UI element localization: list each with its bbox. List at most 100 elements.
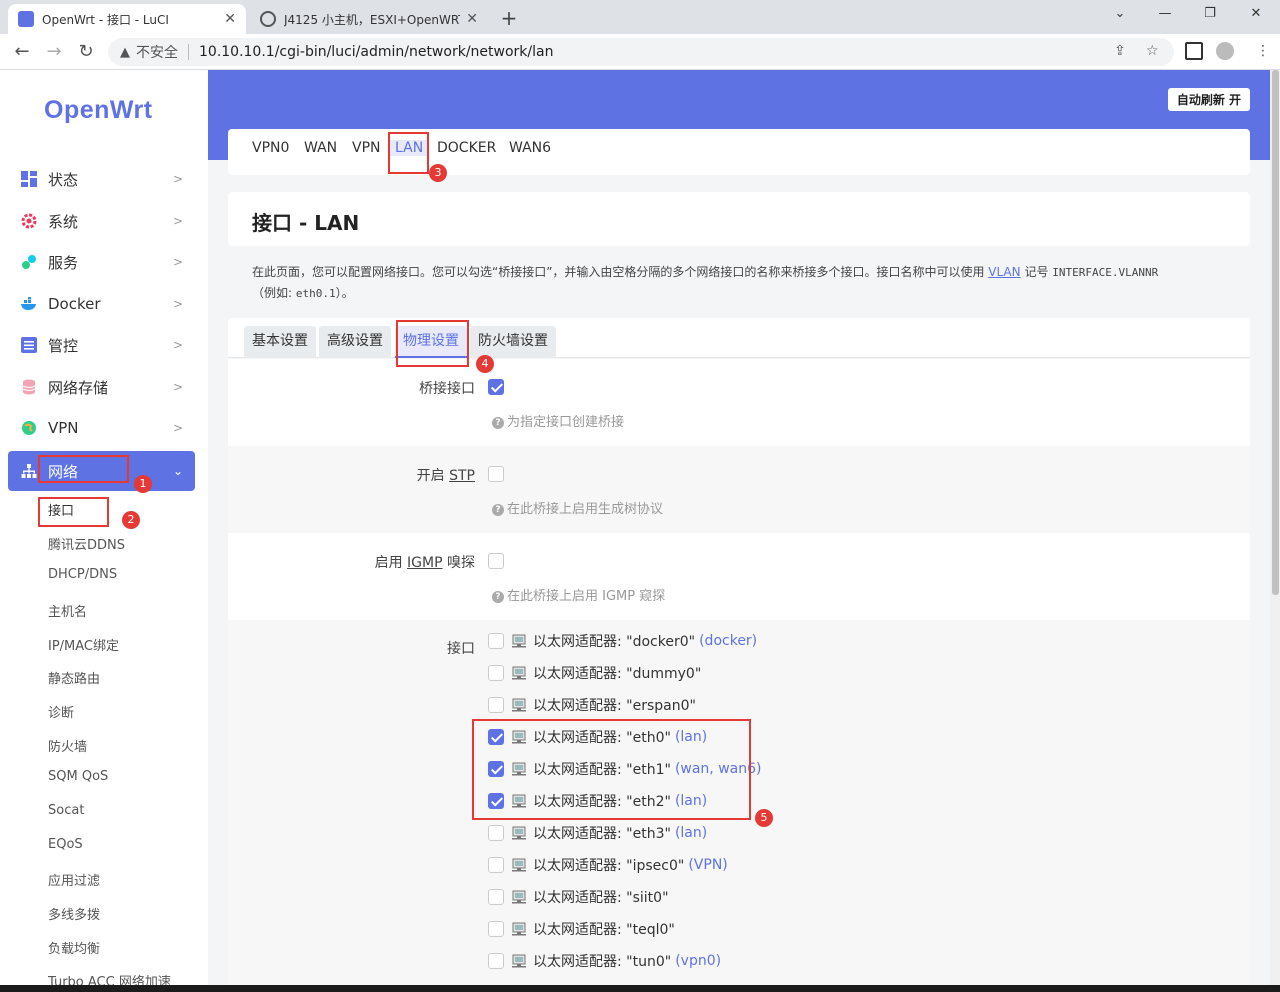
tab-firewall-settings[interactable]: 防火墙设置 — [470, 326, 556, 358]
browser-tab-j4125[interactable]: J4125 小主机，ESXI+OpenWRT ✕ — [250, 4, 488, 34]
dashboard-icon — [20, 170, 38, 188]
interface-name: 以太网适配器: "docker0" — [533, 634, 696, 650]
label-text: 开启 — [416, 468, 450, 484]
new-tab-button[interactable]: + — [498, 6, 520, 30]
tab-advanced-settings[interactable]: 高级设置 — [319, 326, 391, 358]
ethernet-port-icon — [512, 698, 526, 712]
restore-button[interactable]: ❐ — [1200, 6, 1220, 21]
submenu-item-dhcp-dns[interactable]: DHCP/DNS — [48, 567, 117, 582]
submenu-item-static-routes[interactable]: 静态路由 — [48, 668, 100, 687]
back-icon[interactable]: ← — [10, 40, 34, 64]
question-circle-icon: ? — [492, 504, 504, 516]
tab-basic-settings[interactable]: 基本设置 — [244, 326, 316, 358]
reload-icon[interactable]: ↻ — [74, 40, 98, 64]
sidebar-item-nas[interactable]: 网络存储 > — [8, 367, 195, 407]
interface-name: 以太网适配器: "erspan0" — [533, 698, 696, 714]
submenu-item-multiwan-dial[interactable]: 多线多拨 — [48, 904, 100, 923]
submenu-item-diagnostics[interactable]: 诊断 — [48, 702, 74, 721]
page-scrollbar[interactable] — [1270, 70, 1280, 992]
hint-text: 为指定接口创建桥接 — [507, 415, 625, 430]
interface-checkbox[interactable] — [488, 889, 504, 905]
browser-tab-openwrt[interactable]: OpenWrt - 接口 - LuCI ✕ — [8, 4, 246, 34]
tab-wan6[interactable]: WAN6 — [509, 140, 551, 156]
auto-refresh-button[interactable]: 自动刷新 开 — [1167, 88, 1250, 111]
submenu-item-ip-mac-binding[interactable]: IP/MAC绑定 — [48, 635, 119, 654]
openwrt-logo[interactable]: OpenWrt — [44, 96, 153, 125]
submenu-item-eqos[interactable]: EQoS — [48, 837, 83, 852]
interface-checkbox[interactable] — [488, 921, 504, 937]
igmp-row: 启用 IGMP 嗅探 ? 在此桥接上启用 IGMP 窥探 — [228, 533, 1250, 620]
address-bar[interactable]: ▲ 不安全 10.10.10.1/cgi-bin/luci/admin/netw… — [108, 38, 1174, 66]
interface-option[interactable]: 以太网适配器: "docker0" (docker) — [488, 631, 757, 651]
annotation-badge-5: 5 — [755, 809, 773, 827]
sidebar-item-label: VPN — [48, 419, 79, 437]
igmp-checkbox[interactable] — [488, 553, 504, 569]
profile-avatar[interactable] — [1216, 42, 1234, 60]
interface-name: 以太网适配器: "eth3" — [533, 826, 671, 842]
bookmark-star-icon[interactable]: ☆ — [1146, 43, 1159, 59]
sidebar-item-label: 系统 — [48, 212, 79, 231]
interface-option[interactable]: 以太网适配器: "ipsec0" (VPN) — [488, 855, 728, 875]
bridge-checkbox[interactable] — [488, 379, 504, 395]
tab-docker[interactable]: DOCKER — [437, 140, 496, 156]
ethernet-port-icon — [512, 666, 526, 680]
close-tab-icon[interactable]: ✕ — [466, 11, 478, 27]
interface-zone: (vpn0) — [675, 953, 722, 969]
annotation-badge-4: 4 — [476, 355, 494, 373]
gear-icon — [20, 212, 38, 230]
forward-icon[interactable]: → — [42, 40, 66, 64]
main-content: 自动刷新 开 VPN0 WAN VPN LAN DOCKER WAN6 接口 -… — [208, 70, 1270, 992]
stp-checkbox[interactable] — [488, 466, 504, 482]
submenu-item-sqm-qos[interactable]: SQM QoS — [48, 769, 108, 784]
os-taskbar — [0, 985, 1280, 992]
minimize-button[interactable]: — — [1155, 6, 1175, 21]
ethernet-port-icon — [512, 826, 526, 840]
interface-option[interactable]: 以太网适配器: "tun0" (vpn0) — [488, 951, 721, 971]
submenu-item-firewall[interactable]: 防火墙 — [48, 736, 87, 755]
sidebar-item-docker[interactable]: Docker > — [8, 284, 195, 324]
submenu-item-socat[interactable]: Socat — [48, 803, 84, 818]
sidebar-item-services[interactable]: 服务 > — [8, 242, 195, 282]
close-window-button[interactable]: ✕ — [1246, 6, 1266, 21]
submenu-item-app-filter[interactable]: 应用过滤 — [48, 870, 100, 889]
divider — [188, 44, 189, 60]
sidebar-item-control[interactable]: 管控 > — [8, 325, 195, 365]
stp-hint: ? 在此桥接上启用生成树协议 — [492, 498, 663, 517]
vlan-link[interactable]: VLAN — [988, 265, 1020, 279]
interface-option[interactable]: 以太网适配器: "dummy0" — [488, 663, 701, 683]
interface-option[interactable]: 以太网适配器: "eth3" (lan) — [488, 823, 707, 843]
annotation-box-eth-interfaces — [472, 719, 751, 820]
tab-search-icon[interactable]: ⌄ — [1110, 6, 1130, 21]
interface-option[interactable]: 以太网适配器: "teql0" — [488, 919, 675, 939]
interface-checkbox[interactable] — [488, 697, 504, 713]
tab-vpn[interactable]: VPN — [352, 140, 381, 156]
interface-checkbox[interactable] — [488, 953, 504, 969]
submenu-item-hostnames[interactable]: 主机名 — [48, 601, 87, 620]
ethernet-port-icon — [512, 922, 526, 936]
menu-kebab-icon[interactable]: ⋮ — [1256, 43, 1270, 59]
sidebar-item-vpn[interactable]: VPN > — [8, 408, 195, 448]
interface-checkbox[interactable] — [488, 665, 504, 681]
tab-vpn0[interactable]: VPN0 — [252, 140, 289, 156]
interface-checkbox[interactable] — [488, 633, 504, 649]
submenu-item-tencent-ddns[interactable]: 腾讯云DDNS — [48, 534, 125, 553]
sidebar-item-system[interactable]: 系统 > — [8, 201, 195, 241]
interface-checkbox[interactable] — [488, 825, 504, 841]
sidebar-item-status[interactable]: 状态 > — [8, 159, 195, 199]
sidebar-item-label: Docker — [48, 295, 101, 313]
tab-wan[interactable]: WAN — [304, 140, 337, 156]
chevron-right-icon: > — [172, 297, 183, 311]
close-tab-icon[interactable]: ✕ — [224, 11, 236, 27]
side-panel-icon[interactable] — [1185, 42, 1203, 60]
section-tabs: 基本设置 高级设置 物理设置 防火墙设置 — [228, 318, 1250, 358]
interface-checkbox[interactable] — [488, 857, 504, 873]
sidebar: OpenWrt 状态 > 系统 > 服务 > Docker > 管控 > 网络存… — [0, 70, 208, 992]
browser-tab-strip: OpenWrt - 接口 - LuCI ✕ J4125 小主机，ESXI+Ope… — [0, 0, 1280, 34]
interface-option[interactable]: 以太网适配器: "siit0" — [488, 887, 669, 907]
interface-zone: (docker) — [699, 633, 758, 649]
desc-text: ）。 — [335, 286, 354, 300]
share-icon[interactable]: ⇪ — [1114, 43, 1126, 59]
interface-option[interactable]: 以太网适配器: "erspan0" — [488, 695, 696, 715]
scrollbar-thumb[interactable] — [1272, 70, 1279, 595]
submenu-item-load-balance[interactable]: 负载均衡 — [48, 938, 100, 957]
